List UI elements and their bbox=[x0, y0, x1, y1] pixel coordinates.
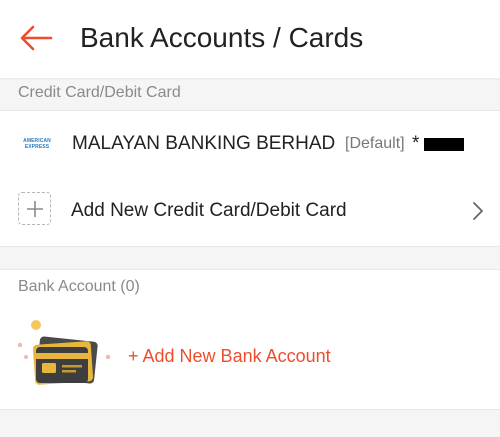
redacted-card-number bbox=[424, 138, 464, 151]
plus-icon bbox=[18, 192, 51, 225]
page-title: Bank Accounts / Cards bbox=[80, 22, 364, 53]
chevron-right-icon bbox=[473, 202, 483, 220]
add-card-label: Add New Credit Card/Debit Card bbox=[71, 200, 347, 221]
bank-card-illustration-icon bbox=[17, 320, 111, 385]
add-bank-account-button[interactable]: + Add New Bank Account bbox=[128, 303, 331, 409]
amex-logo-text-bottom: EXPRESS bbox=[24, 144, 50, 150]
section-label-bank-account: Bank Account (0) bbox=[18, 278, 140, 295]
card-row-maybank[interactable]: AMERICAN EXPRESS MALAYAN BANKING BERHAD … bbox=[0, 110, 500, 179]
default-badge: [Default] bbox=[345, 135, 405, 152]
section-label-credit-cards: Credit Card/Debit Card bbox=[18, 84, 181, 101]
add-bank-row[interactable]: + Add New Bank Account bbox=[0, 303, 500, 410]
add-card-row[interactable]: Add New Credit Card/Debit Card bbox=[0, 178, 500, 247]
bank-section-header: Bank Account (0) bbox=[0, 269, 500, 304]
arrow-left-icon bbox=[20, 25, 53, 51]
back-button[interactable] bbox=[16, 20, 56, 56]
amex-logo-icon: AMERICAN EXPRESS bbox=[22, 138, 52, 152]
app-header: Bank Accounts / Cards bbox=[0, 0, 500, 78]
card-bank-name: MALAYAN BANKING BERHAD bbox=[72, 133, 336, 154]
card-number-mask: * bbox=[412, 133, 420, 154]
